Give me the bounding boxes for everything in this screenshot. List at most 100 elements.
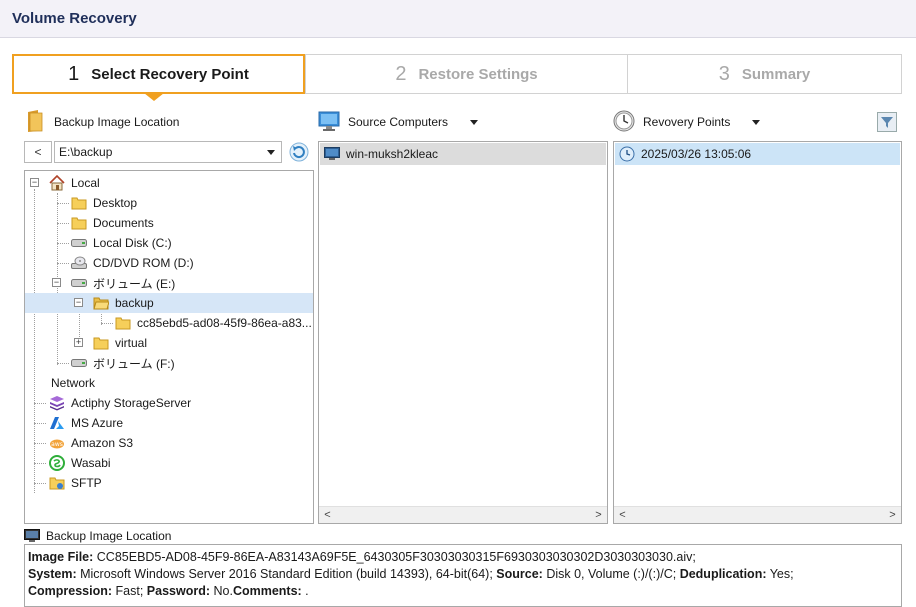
tree-item-local[interactable]: Local <box>49 173 100 193</box>
back-button[interactable]: < <box>24 141 52 163</box>
scroll-left-button[interactable]: < <box>614 507 631 523</box>
refresh-button[interactable] <box>288 141 310 163</box>
wasabi-icon <box>49 455 65 471</box>
list-item-recovery-point[interactable]: 2025/03/26 13:05:06 <box>615 143 900 165</box>
tree-item-desktop[interactable]: Desktop <box>71 193 137 213</box>
info-header: Backup Image Location <box>24 527 171 545</box>
image-file-line: Image File: CC85EBD5-AD08-45F9-86EA-A831… <box>28 549 898 566</box>
tree-guide <box>34 189 35 493</box>
storage-server-icon <box>49 395 65 411</box>
tree-item-network[interactable]: Network <box>51 373 95 393</box>
computer-icon <box>324 147 340 161</box>
computers-dropdown-icon[interactable] <box>470 119 479 125</box>
recovery-point-icon <box>619 146 635 162</box>
monitor-icon <box>318 110 340 135</box>
horizontal-scrollbar[interactable]: < > <box>319 506 607 523</box>
tree-label: cc85ebd5-ad08-45f9-86ea-a83... <box>137 316 312 330</box>
tree-label: Documents <box>93 216 154 230</box>
folder-open-icon <box>93 295 109 311</box>
password-label: Password: <box>146 584 210 598</box>
list-item-computer[interactable]: win-muksh2kleac <box>320 143 606 165</box>
tree-label: SFTP <box>71 476 102 490</box>
drive-icon <box>71 235 87 251</box>
tree-guide <box>34 403 46 404</box>
step-number: 2 <box>395 62 407 85</box>
tree-label: Desktop <box>93 196 138 210</box>
tree-item-backup-image[interactable]: cc85ebd5-ad08-45f9-86ea-a83... <box>115 313 312 333</box>
tree-guide <box>34 483 46 484</box>
filter-button[interactable] <box>877 112 897 132</box>
tree-item-cdrom[interactable]: CD/DVD ROM (D:) <box>71 253 194 273</box>
path-value: E:\backup <box>59 145 113 159</box>
tree-label: Amazon S3 <box>71 436 134 450</box>
clock-icon <box>613 110 635 135</box>
scroll-left-button[interactable]: < <box>319 507 336 523</box>
title-bar: Volume Recovery <box>0 0 916 38</box>
location-tree[interactable]: − Local Desktop Documents Local Disk (C:… <box>24 170 314 524</box>
image-details: Image File: CC85EBD5-AD08-45F9-86EA-A831… <box>24 544 902 607</box>
points-dropdown-icon[interactable] <box>752 119 761 125</box>
tree-guide <box>57 223 69 224</box>
compression-line: Compression: Fast; Password: No.Comments… <box>28 583 898 600</box>
tree-label: Actiphy StorageServer <box>71 396 192 410</box>
tree-item-azure[interactable]: MS Azure <box>49 413 123 433</box>
scroll-right-button[interactable]: > <box>884 507 901 523</box>
path-combobox[interactable]: E:\backup <box>54 141 282 163</box>
home-icon <box>49 175 65 191</box>
collapse-toggle[interactable]: − <box>30 178 39 187</box>
step-number: 3 <box>718 62 730 85</box>
horizontal-scrollbar[interactable]: < > <box>614 506 901 523</box>
tree-label: MS Azure <box>71 416 124 430</box>
tree-guide <box>34 423 46 424</box>
tree-item-s3[interactable]: aws Amazon S3 <box>49 433 133 453</box>
source-value: Disk 0, Volume (:)/(:)/C; <box>542 567 680 581</box>
drive-icon <box>71 275 87 291</box>
points-header-label: Revovery Points <box>643 115 731 129</box>
folder-icon <box>71 215 87 231</box>
tree-item-documents[interactable]: Documents <box>71 213 154 233</box>
tree-item-storage-server[interactable]: Actiphy StorageServer <box>49 393 191 413</box>
sftp-icon <box>49 475 65 491</box>
tree-item-local-disk-c[interactable]: Local Disk (C:) <box>71 233 172 253</box>
expand-toggle[interactable]: + <box>74 338 83 347</box>
step-select-recovery-point[interactable]: 1 Select Recovery Point <box>12 54 305 94</box>
computer-name: win-muksh2kleac <box>346 147 439 161</box>
tree-label: backup <box>115 296 154 310</box>
recovery-points-list[interactable]: 2025/03/26 13:05:06 < > <box>613 141 902 524</box>
tree-item-backup[interactable]: backup <box>25 293 313 313</box>
filter-icon <box>877 112 897 132</box>
refresh-icon <box>289 142 309 162</box>
points-header: Revovery Points <box>613 110 761 135</box>
image-file-label: Image File: <box>28 550 94 564</box>
system-label: System: <box>28 567 77 581</box>
compression-value: Fast; <box>112 584 147 598</box>
computers-list[interactable]: win-muksh2kleac < > <box>318 141 608 524</box>
scroll-right-button[interactable]: > <box>590 507 607 523</box>
tree-item-wasabi[interactable]: Wasabi <box>49 453 111 473</box>
tree-label: ボリューム (F:) <box>93 356 175 371</box>
dedup-label: Deduplication: <box>679 567 767 581</box>
tree-guide <box>101 323 113 324</box>
step-summary[interactable]: 3 Summary <box>628 55 901 93</box>
dedup-value: Yes; <box>766 567 794 581</box>
collapse-toggle[interactable]: − <box>52 278 61 287</box>
location-header: Backup Image Location <box>26 109 179 134</box>
tree-label: ボリューム (E:) <box>93 276 176 291</box>
folder-icon <box>71 195 87 211</box>
step-number: 1 <box>68 62 80 85</box>
tree-item-sftp[interactable]: SFTP <box>49 473 102 493</box>
active-step-pointer <box>144 93 164 101</box>
drive-icon <box>71 355 87 371</box>
tree-item-volume-e[interactable]: ボリューム (E:) <box>71 273 175 293</box>
tree-guide <box>34 463 46 464</box>
tree-label: Local <box>71 176 100 190</box>
tree-label: Local Disk (C:) <box>93 236 172 250</box>
tree-item-volume-f[interactable]: ボリューム (F:) <box>71 353 175 373</box>
step-restore-settings[interactable]: 2 Restore Settings <box>306 55 627 93</box>
tree-label: Wasabi <box>71 456 111 470</box>
tree-item-virtual[interactable]: virtual <box>93 333 147 353</box>
tree-label: Network <box>51 376 96 390</box>
folder-icon <box>115 315 131 331</box>
comments-label: Comments: <box>232 584 302 598</box>
collapse-toggle[interactable]: − <box>74 298 83 307</box>
